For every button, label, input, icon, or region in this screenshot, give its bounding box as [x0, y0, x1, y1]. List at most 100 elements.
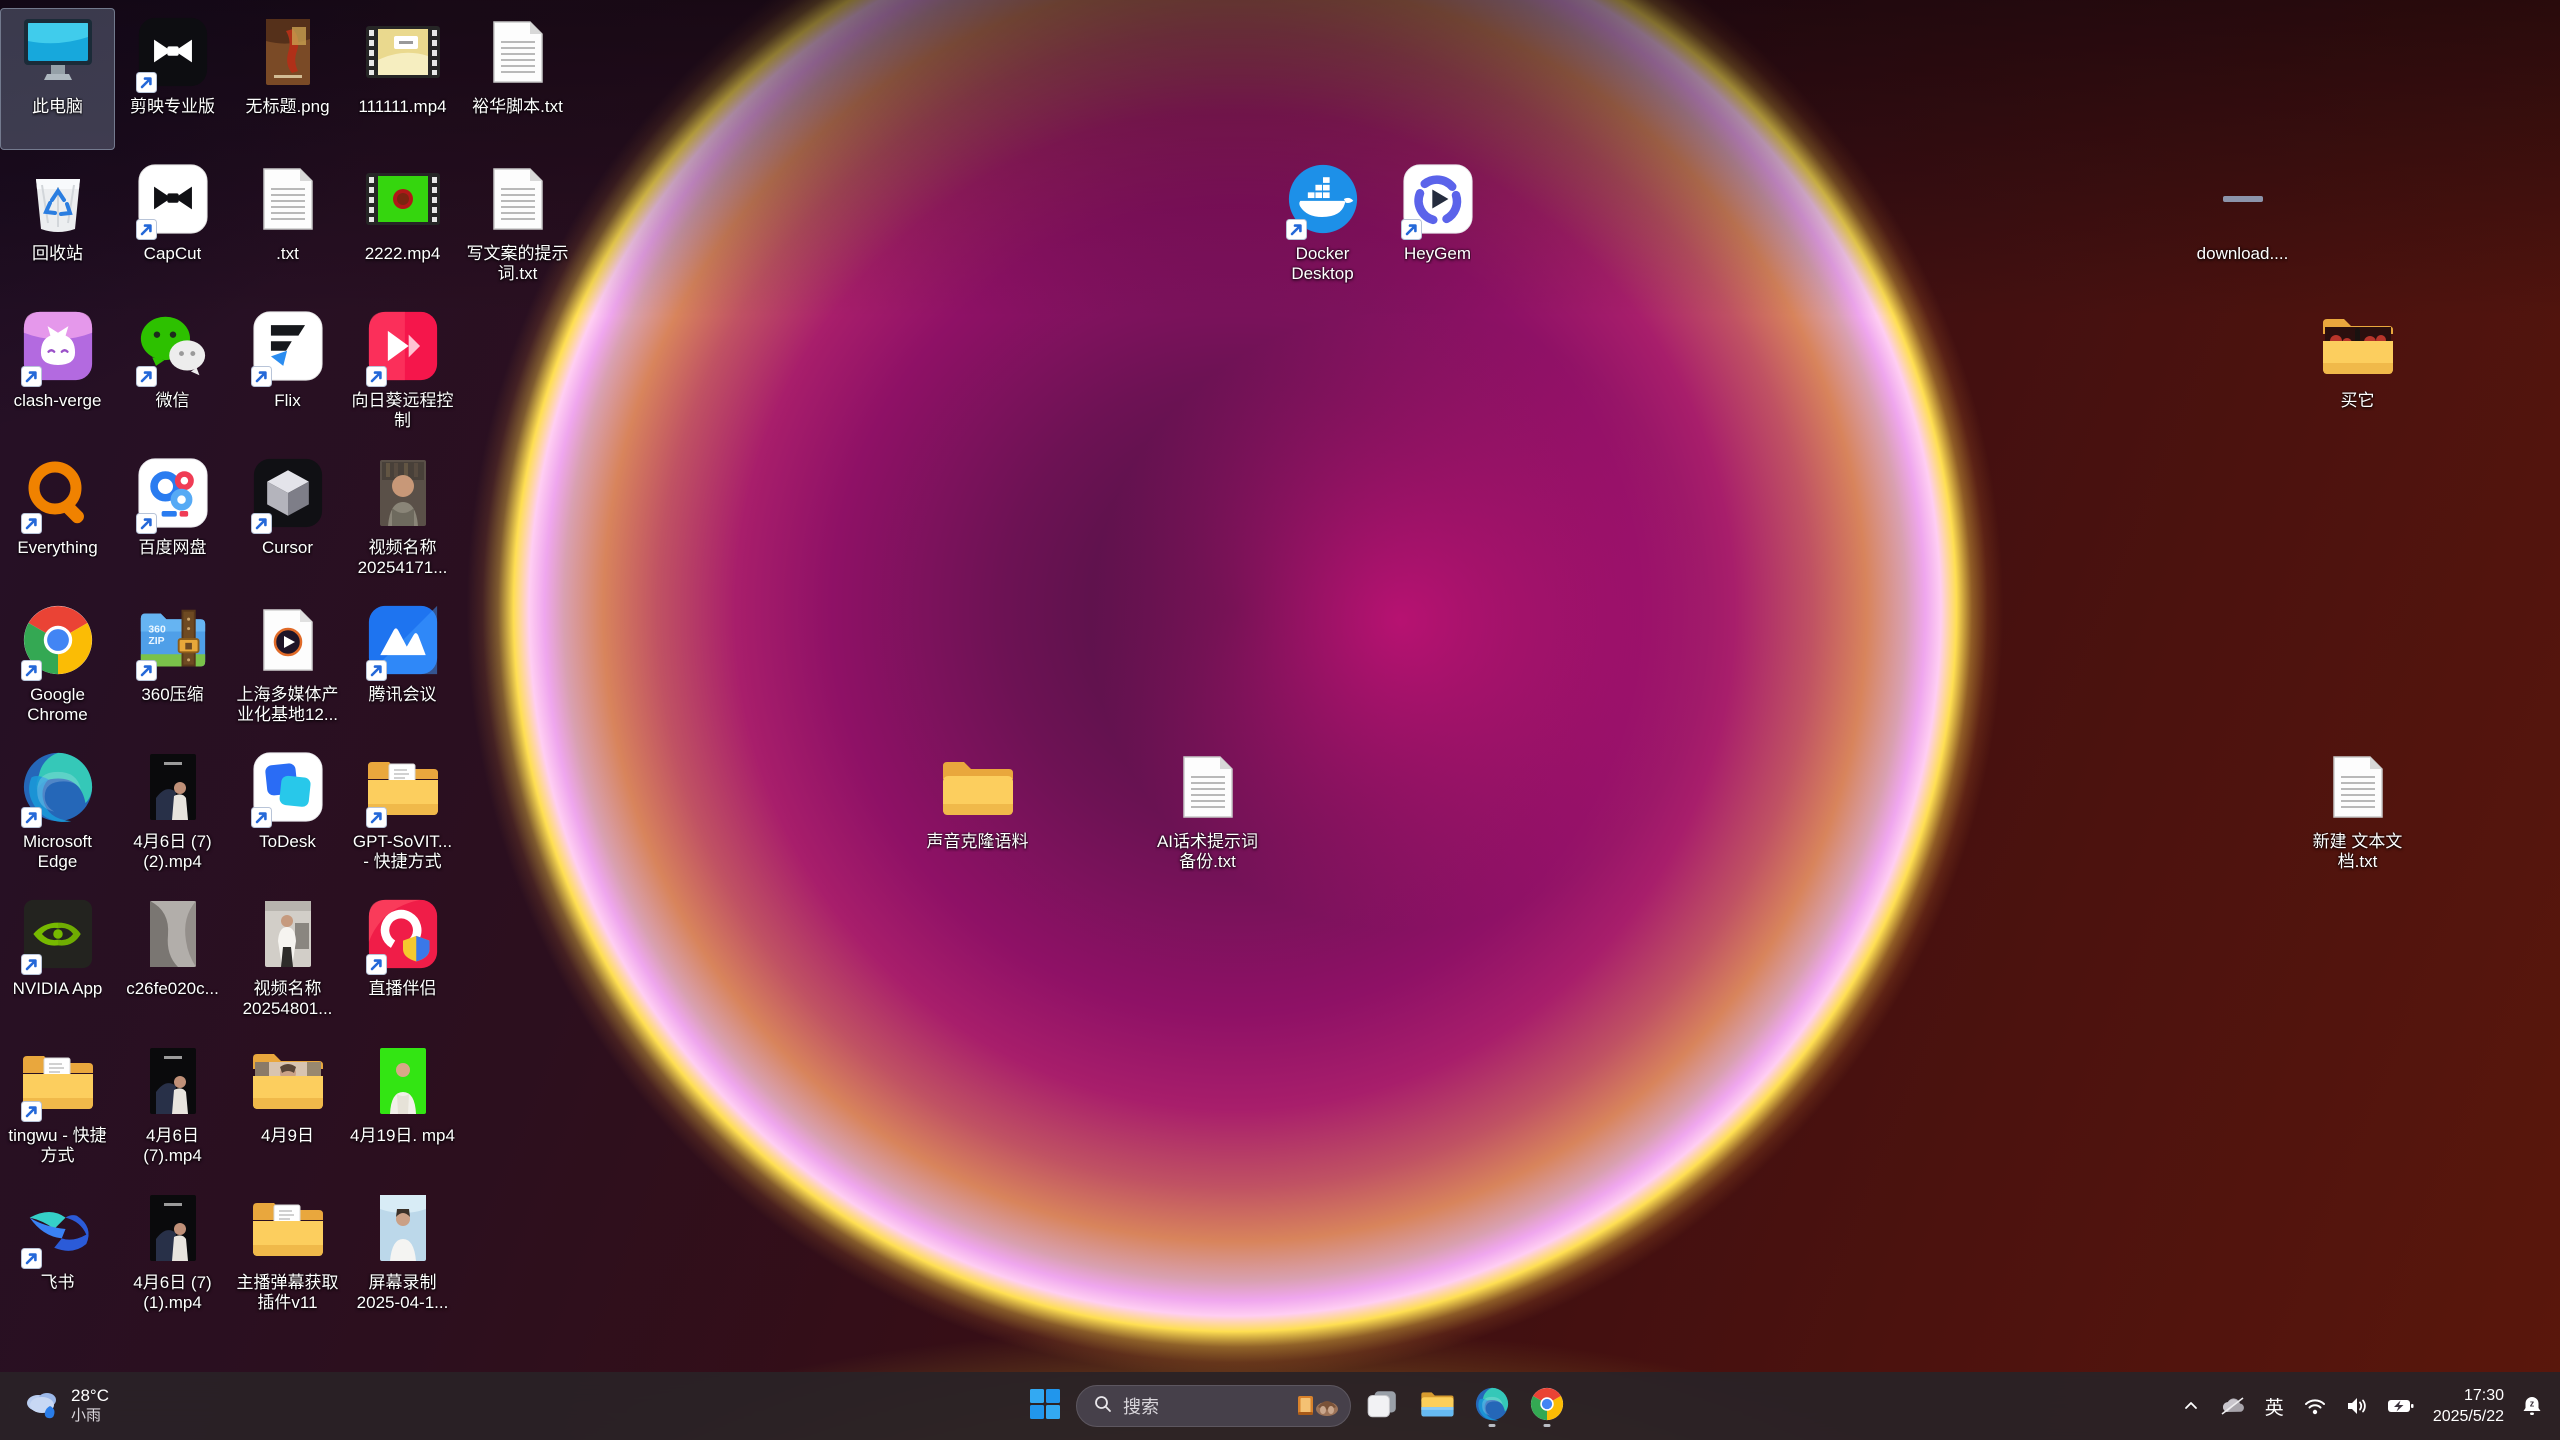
shortcut-arrow-icon [136, 513, 157, 534]
desktop-icon-recycle-bin[interactable]: 回收站 [0, 155, 115, 297]
start-button[interactable] [1021, 1382, 1069, 1430]
desktop-icon-nvidia-app[interactable]: NVIDIA App [0, 890, 115, 1032]
capcut-icon [116, 156, 229, 242]
desktop-icon-2222-mp4[interactable]: 2222.mp4 [345, 155, 460, 297]
desktop-icon-label: 微信 [156, 391, 190, 411]
desktop-icon-jianying-pro[interactable]: 剪映专业版 [115, 8, 230, 150]
desktop-icon-label: 百度网盘 [139, 538, 207, 558]
desktop-icon-gpt-sovits-shortcut[interactable]: GPT-SoVIT... - 快捷方式 [345, 743, 460, 885]
desktop-icon-apr6-7-mp4[interactable]: 4月6日 (7).mp4 [115, 1037, 230, 1179]
shanghai-multimedia-icon [231, 597, 344, 683]
desktop-icon-label: Everything [17, 538, 97, 558]
desktop-icon-new-text-document[interactable]: 新建 文本文档.txt [2300, 743, 2415, 885]
desktop-icon-apr6-7-1-mp4[interactable]: 4月6日 (7)(1).mp4 [115, 1184, 230, 1326]
desktop-icon-copywriting-prompts-txt[interactable]: 写文案的提示词.txt [460, 155, 575, 297]
desktop-icon-voice-clone-corpus[interactable]: 声音克隆语料 [920, 743, 1035, 885]
nvidia-app-icon [1, 891, 114, 977]
txt-file-icon [231, 156, 344, 242]
desktop-icon-apr19-mp4[interactable]: 4月19日. mp4 [345, 1037, 460, 1179]
apr6-7-2-mp4-icon [116, 744, 229, 830]
desktop-icon-screen-record-2025-04[interactable]: 屏幕录制 2025-04-1... [345, 1184, 460, 1326]
desktop-icon-ai-script-prompt-backup[interactable]: AI话术提示词备份.txt [1150, 743, 1265, 885]
desktop-icon-baidu-netdisk[interactable]: 百度网盘 [115, 449, 230, 591]
desktop-icon-tingwu-shortcut[interactable]: tingwu - 快捷方式 [0, 1037, 115, 1179]
search-icon [1093, 1394, 1113, 1419]
desktop-icon-live-companion[interactable]: 直播伴侣 [345, 890, 460, 1032]
desktop-icon-label: NVIDIA App [13, 979, 103, 999]
desktop-icon-microsoft-edge[interactable]: Microsoft Edge [0, 743, 115, 885]
desktop-icon-area: 此电脑剪映专业版无标题.png111111.mp4裕华脚本.txt 回收站CapC… [0, 0, 2560, 1372]
desktop-icon-buy-it-folder[interactable]: 买它 [2300, 302, 2415, 444]
edge-icon [1475, 1387, 1509, 1426]
desktop-icon-cursor[interactable]: Cursor [230, 449, 345, 591]
desktop-icon-todesk[interactable]: ToDesk [230, 743, 345, 885]
desktop-icon-label: 视频名称 20254801... [235, 979, 341, 1019]
desktop-icon-tencent-meeting[interactable]: 腾讯会议 [345, 596, 460, 738]
shortcut-arrow-icon [366, 660, 387, 681]
desktop-icon-download[interactable]: download.... [2185, 155, 2300, 297]
task-view-button[interactable] [1358, 1382, 1406, 1430]
desktop-icon-label: 4月6日 (7)(1).mp4 [120, 1273, 226, 1313]
desktop-icon-feishu[interactable]: 飞书 [0, 1184, 115, 1326]
volume-tray-button[interactable] [2336, 1396, 2378, 1416]
desktop-icon-danmaku-plugin-v11[interactable]: 主播弹幕获取插件v11 [230, 1184, 345, 1326]
desktop-icon-clash-verge[interactable]: clash-verge [0, 302, 115, 444]
desktop-icon-video-name-20254801[interactable]: 视频名称 20254801... [230, 890, 345, 1032]
ime-indicator[interactable]: 英 [2255, 1393, 2294, 1420]
tray-chevron-up-icon[interactable] [2172, 1396, 2210, 1416]
desktop-icon-google-chrome[interactable]: Google Chrome [0, 596, 115, 738]
shortcut-arrow-icon [366, 366, 387, 387]
recycle-bin-icon [1, 156, 114, 242]
weather-widget[interactable]: 28°C 小雨 [12, 1372, 119, 1440]
desktop-icon-111111-mp4[interactable]: 111111.mp4 [345, 8, 460, 150]
heygem-icon [1381, 156, 1494, 242]
desktop-icon-label: 向日葵远程控制 [350, 391, 456, 431]
desktop-icon-label: 上海多媒体产业化基地12... [235, 685, 341, 725]
chevron-up-icon [2181, 1396, 2201, 1416]
network-tray-button[interactable] [2294, 1396, 2336, 1416]
onedrive-off-icon [2219, 1396, 2246, 1416]
flix-icon [231, 303, 344, 389]
desktop-icon-label: .txt [276, 244, 299, 264]
desktop-icon-apr9-folder[interactable]: 4月9日 [230, 1037, 345, 1179]
desktop-icon-capcut[interactable]: CapCut [115, 155, 230, 297]
desktop-icon-video-name-20254171[interactable]: 视频名称 20254171... [345, 449, 460, 591]
wifi-icon [2303, 1396, 2327, 1416]
this-pc-icon [1, 9, 114, 95]
download-icon [2186, 156, 2299, 242]
search-input[interactable]: 搜索 [1076, 1385, 1351, 1427]
shortcut-arrow-icon [366, 807, 387, 828]
desktop-icon-txt-file[interactable]: .txt [230, 155, 345, 297]
desktop-icon-heygem[interactable]: HeyGem [1380, 155, 1495, 297]
desktop-icon-label: 4月19日. mp4 [350, 1126, 455, 1146]
edge-taskbar-button[interactable] [1468, 1382, 1516, 1430]
desktop-icon-wechat[interactable]: 微信 [115, 302, 230, 444]
taskbar: 28°C 小雨 搜索 英 17:30 [0, 1372, 2560, 1440]
feishu-icon [1, 1185, 114, 1271]
shortcut-arrow-icon [251, 807, 272, 828]
ai-script-prompt-backup-icon [1151, 744, 1264, 830]
desktop-icon-zip-360[interactable]: 360ZIP360压缩 [115, 596, 230, 738]
baidu-netdisk-icon [116, 450, 229, 536]
onedrive-tray-button[interactable] [2210, 1396, 2255, 1416]
desktop-icon-flix[interactable]: Flix [230, 302, 345, 444]
notification-bell-button[interactable]: z [2512, 1395, 2552, 1417]
desktop-icon-shanghai-multimedia[interactable]: 上海多媒体产业化基地12... [230, 596, 345, 738]
tencent-meeting-icon [346, 597, 459, 683]
apr6-7-1-mp4-icon [116, 1185, 229, 1271]
zip-360-icon: 360ZIP [116, 597, 229, 683]
desktop-icon-sunlogin[interactable]: 向日葵远程控制 [345, 302, 460, 444]
desktop-icon-docker-desktop[interactable]: Docker Desktop [1265, 155, 1380, 297]
battery-tray-button[interactable] [2378, 1396, 2423, 1416]
desktop-icon-everything[interactable]: Everything [0, 449, 115, 591]
desktop-icon-c26fe020c[interactable]: c26fe020c... [115, 890, 230, 1032]
svg-text:360: 360 [148, 624, 166, 635]
clock[interactable]: 17:30 2025/5/22 [2433, 1385, 2504, 1427]
desktop-icon-apr6-7-2-mp4[interactable]: 4月6日 (7)(2).mp4 [115, 743, 230, 885]
file-explorer-button[interactable] [1413, 1382, 1461, 1430]
chrome-taskbar-button[interactable] [1523, 1382, 1571, 1430]
desktop-icon-label: 买它 [2341, 391, 2375, 411]
desktop-icon-untitled-png[interactable]: 无标题.png [230, 8, 345, 150]
desktop-icon-this-pc[interactable]: 此电脑 [0, 8, 115, 150]
desktop-icon-yuhua-script-txt[interactable]: 裕华脚本.txt [460, 8, 575, 150]
